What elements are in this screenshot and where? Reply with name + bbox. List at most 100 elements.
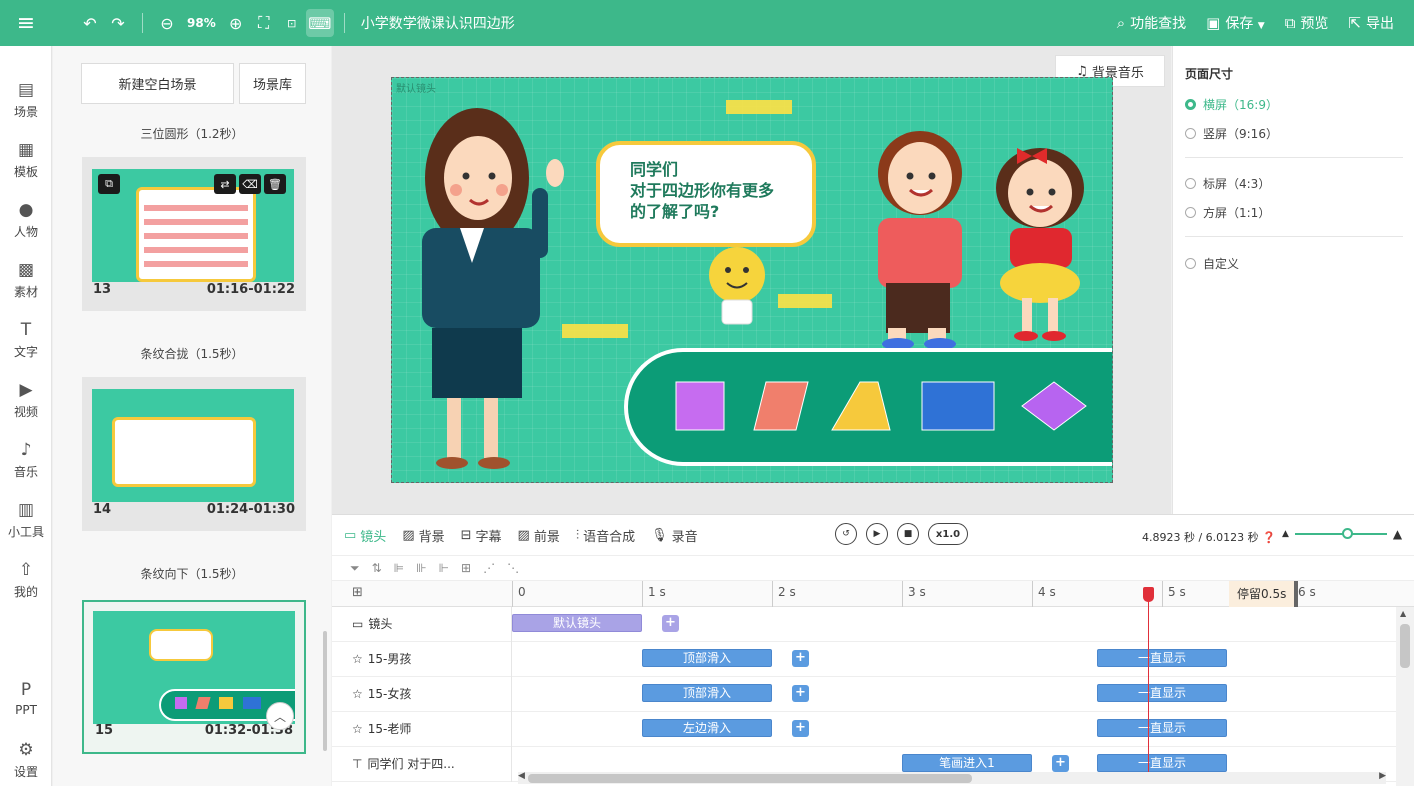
radio-standard[interactable]: 标屏（4:3） [1185,175,1270,192]
row-label[interactable]: ☆ 15-老师 [352,712,411,747]
animation-clip[interactable]: 左边滑入 [642,719,772,737]
stop-handle[interactable] [1294,581,1298,607]
zoom-out-icon[interactable]: ⊖ [153,9,181,37]
timeline-row[interactable]: ☆ 15-老师 左边滑入 + 一直显示 [332,712,1396,747]
zoom-in-icon[interactable]: ⊕ [222,9,250,37]
timeline-row[interactable]: ☆ 15-女孩 顶部滑入 + 一直显示 [332,677,1396,712]
stack-icon[interactable]: ⋰ [483,561,495,575]
nav-item-tools[interactable]: ▥ 小工具 [0,500,52,540]
transition-label[interactable]: 三位圆形（1.2秒） [53,125,331,142]
mountain-small-icon[interactable]: ▲ [1282,529,1289,539]
stack-reverse-icon[interactable]: ⋱ [507,561,519,575]
radio-square[interactable]: 方屏（1:1） [1185,204,1270,221]
distribute-icon[interactable]: ⊞ [461,561,471,575]
stop-icon[interactable]: ■ [897,523,919,545]
row-label[interactable]: ☆ 15-女孩 [352,677,411,712]
trash-icon[interactable]: 🗑 [264,174,286,194]
nav-item-character[interactable]: ● 人物 [0,200,52,240]
square-shape[interactable] [675,381,725,431]
animation-clip[interactable]: 一直显示 [1097,719,1227,737]
align-left-icon[interactable]: ⊫ [394,561,404,575]
speech-bubble[interactable]: 同学们 对于四边形你有更多 的了解了吗? [596,141,816,247]
tab-subtitle[interactable]: ⊟ 字幕 [461,526,502,545]
stage-canvas[interactable]: 默认镜头 同学们 对于四边形你有更多 的了解了吗? [391,77,1113,483]
mountain-large-icon[interactable]: ▲ [1393,527,1402,541]
timeline-row[interactable]: ☆ 15-男孩 顶部滑入 + 一直显示 [332,642,1396,677]
animation-clip[interactable]: 一直显示 [1097,754,1227,772]
tab-tts[interactable]: ⫶ 语音合成 [576,526,635,545]
copy-icon[interactable]: ⧉ [98,174,120,194]
vertical-scrollbar[interactable]: ▲ [1396,607,1414,786]
filter-icon[interactable]: ⏷ [350,561,360,576]
horizontal-scrollbar[interactable]: ◀ ▶ [518,771,1386,784]
help-icon[interactable]: ❓ [1262,531,1276,544]
nav-item-music[interactable]: ♪ 音乐 [0,440,52,480]
tab-background[interactable]: ▨ 背景 [402,526,444,545]
nav-item-scene[interactable]: ▤ 场景 [0,80,52,120]
transition-label[interactable]: 条纹向下（1.5秒） [53,565,331,582]
radio-portrait[interactable]: 竖屏（9:16） [1185,125,1278,142]
timeline-row[interactable]: ▭ 镜头 默认镜头 + [332,607,1396,642]
swap-icon[interactable]: ⇄ [214,174,236,194]
export-button[interactable]: ⇱ 导出 [1348,13,1394,33]
scroll-thumb[interactable] [1400,624,1410,668]
time-ruler[interactable]: ⊞ 01 s2 s3 s4 s5 s6 s 停留0.5s [332,581,1414,607]
row-label[interactable]: ⊤ 同学们 对于四... [352,747,455,782]
shapes-track[interactable] [624,348,1112,466]
scene-library-button[interactable]: 场景库 [239,63,306,104]
scene-scrollbar[interactable] [323,631,327,751]
nav-item-text[interactable]: T 文字 [0,320,52,360]
actual-size-icon[interactable]: ⊡ [278,9,306,37]
stop-duration[interactable]: 停留0.5s [1229,581,1294,607]
girl-figure[interactable] [996,148,1084,341]
lightbulb-icon[interactable] [709,247,765,325]
animation-clip[interactable]: 一直显示 [1097,684,1227,702]
row-label[interactable]: ▭ 镜头 [352,607,392,642]
animation-clip[interactable]: 默认镜头 [512,614,642,632]
zoom-slider-knob[interactable] [1341,528,1353,539]
nav-item-settings[interactable]: ⚙ 设置 [0,740,52,780]
eraser-icon[interactable]: ⌫ [239,174,261,194]
add-animation-button[interactable]: + [1052,755,1069,772]
trapezoid-shape[interactable] [831,381,891,431]
scene-card[interactable]: ⧉ ⇄ ⌫ 🗑 13 01:16-01:22 [82,157,306,311]
radio-custom[interactable]: 自定义 [1185,255,1239,272]
feature-search-button[interactable]: ⌕ 功能查找 [1117,13,1186,33]
rhombus-shape[interactable] [1021,381,1087,431]
grid-icon[interactable]: ⊞ [352,585,363,600]
radio-landscape[interactable]: 横屏（16:9） [1185,96,1278,113]
scroll-thumb[interactable] [528,774,972,783]
animation-clip[interactable]: 一直显示 [1097,649,1227,667]
redo-icon[interactable]: ↷ [104,9,132,37]
align-center-icon[interactable]: ⊪ [416,561,426,575]
speed-button[interactable]: x1.0 [928,523,968,545]
undo-icon[interactable]: ↶ [76,9,104,37]
replay-icon[interactable]: ↺ [835,523,857,545]
play-icon[interactable]: ▶ [866,523,888,545]
teacher-figure[interactable] [422,108,564,469]
add-animation-button[interactable]: + [792,650,809,667]
tab-camera[interactable]: ▭ 镜头 [344,526,386,545]
menu-icon[interactable]: ≡ [0,0,52,46]
nav-item-assets[interactable]: ▩ 素材 [0,260,52,300]
boy-figure[interactable] [878,131,962,350]
tab-foreground[interactable]: ▨ 前景 [518,526,560,545]
add-animation-button[interactable]: + [792,685,809,702]
fullscreen-icon[interactable]: ⛶ [250,9,278,37]
zoom-slider-track[interactable] [1294,528,1387,539]
parallelogram-shape[interactable] [753,381,809,431]
sort-icon[interactable]: ⇅ [372,561,382,575]
scroll-up-icon[interactable]: ︿ [266,702,294,730]
document-title[interactable]: 小学数学微课认识四边形 [361,13,515,33]
keyboard-icon[interactable]: ⌨ [305,9,334,37]
nav-item-ppt[interactable]: P PPT [0,680,52,717]
scroll-right-icon[interactable]: ▶ [1379,771,1386,781]
add-animation-button[interactable]: + [662,615,679,632]
scroll-left-icon[interactable]: ◀ [518,771,525,781]
new-blank-scene-button[interactable]: 新建空白场景 [81,63,234,104]
animation-clip[interactable]: 顶部滑入 [642,649,772,667]
row-label[interactable]: ☆ 15-男孩 [352,642,411,677]
save-button[interactable]: ▣ 保存 ▼ [1206,13,1265,33]
preview-button[interactable]: ⧉ 预览 [1285,13,1329,33]
transition-label[interactable]: 条纹合拢（1.5秒） [53,345,331,362]
